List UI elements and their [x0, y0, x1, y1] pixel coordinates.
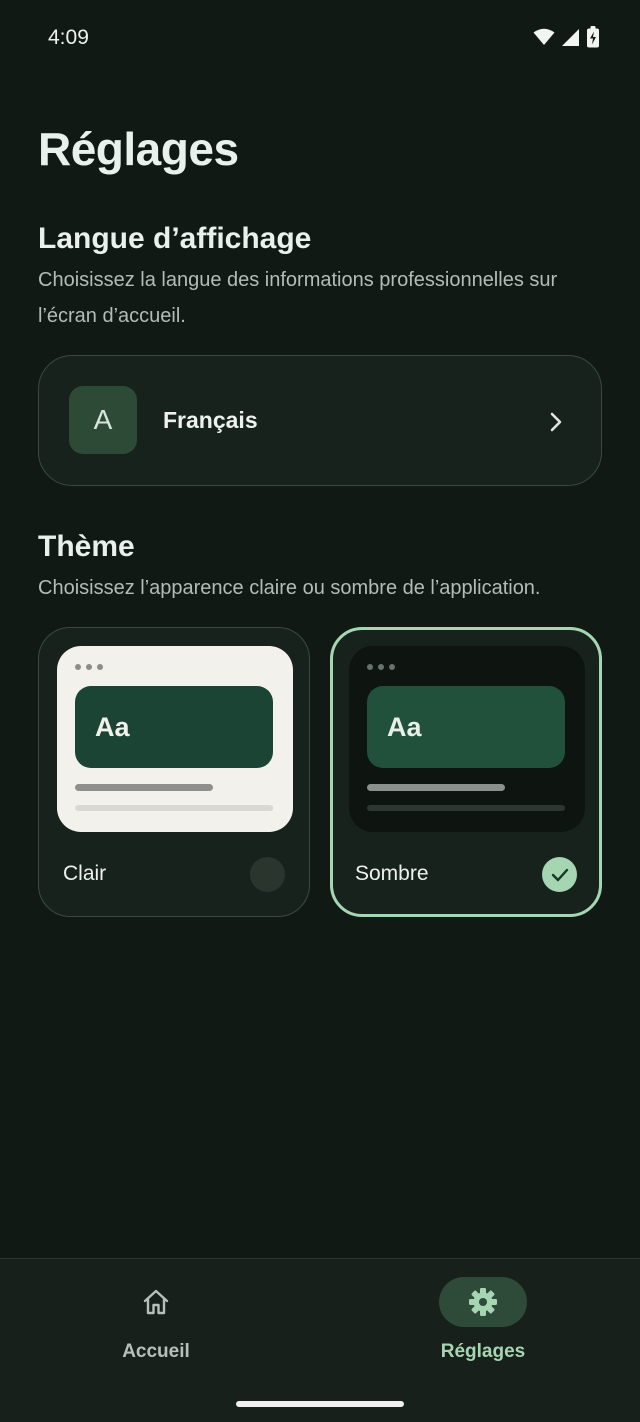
status-icons — [533, 26, 600, 48]
wifi-icon — [533, 28, 555, 45]
bottom-navigation: Accueil Réglages — [0, 1258, 640, 1422]
gear-icon — [469, 1288, 497, 1316]
nav-item-reglages[interactable]: Réglages — [383, 1277, 583, 1363]
language-name: Français — [163, 407, 258, 433]
nav-pill-accueil — [112, 1277, 200, 1327]
light-theme-radio[interactable] — [250, 857, 285, 892]
window-dots-icon — [367, 664, 395, 670]
theme-option-light[interactable]: Aa Clair — [38, 627, 310, 917]
dark-preview-line — [367, 784, 505, 791]
status-bar: 4:09 — [0, 0, 640, 76]
light-theme-label: Clair — [63, 862, 107, 885]
dark-preview-line — [367, 805, 565, 811]
dark-theme-preview: Aa — [349, 646, 585, 832]
nav-label-reglages: Réglages — [440, 1341, 526, 1362]
language-avatar-letter: A — [93, 404, 113, 435]
language-avatar: A — [69, 386, 137, 454]
window-dots-icon — [75, 664, 103, 670]
theme-section-description: Choisissez l’apparence claire ou sombre … — [38, 577, 541, 599]
dark-theme-label: Sombre — [355, 862, 429, 885]
light-preview-line — [75, 784, 213, 791]
check-icon — [551, 868, 568, 881]
home-indicator[interactable] — [236, 1401, 404, 1407]
light-preview-block: Aa — [75, 686, 273, 768]
nav-label-accueil: Accueil — [122, 1341, 190, 1362]
cell-signal-icon — [562, 28, 579, 46]
theme-section-title: Thème — [38, 530, 135, 563]
language-selector[interactable]: A Français — [38, 355, 602, 486]
page-title: Réglages — [38, 123, 239, 175]
home-icon — [143, 1289, 169, 1315]
light-preview-line — [75, 805, 273, 811]
dark-preview-text: Aa — [387, 711, 422, 742]
settings-screen: 4:09 Réglages Langue d’affichage Choisis… — [0, 0, 640, 1422]
nav-pill-reglages — [439, 1277, 527, 1327]
light-preview-text: Aa — [95, 711, 130, 742]
chevron-right-icon — [550, 412, 562, 432]
dark-theme-radio-checked[interactable] — [542, 857, 577, 892]
battery-charging-icon — [587, 26, 599, 48]
dark-preview-block: Aa — [367, 686, 565, 768]
nav-item-accueil[interactable]: Accueil — [56, 1277, 256, 1363]
status-time: 4:09 — [48, 26, 89, 49]
theme-option-dark[interactable]: Aa Sombre — [330, 627, 602, 917]
language-section-description: Choisissez la langue des informations pr… — [38, 269, 558, 327]
language-section-title: Langue d’affichage — [38, 222, 312, 255]
light-theme-preview: Aa — [57, 646, 293, 832]
